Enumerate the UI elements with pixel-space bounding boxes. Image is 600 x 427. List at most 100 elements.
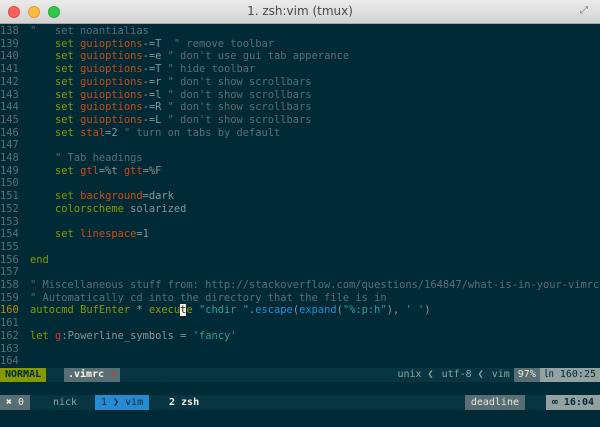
code-line[interactable]: 161: [0, 317, 30, 330]
tmux-deadline: deadline: [464, 395, 525, 410]
code-line[interactable]: 149 set gtl=%t gtt=%F: [0, 165, 161, 178]
line-number: 158: [0, 279, 19, 291]
code-token: stal: [80, 126, 106, 139]
code-token: "%:p:h": [342, 304, 387, 317]
code-line[interactable]: 150: [0, 177, 30, 190]
code-token: -=T: [142, 63, 168, 76]
code-line[interactable]: 156 end: [0, 254, 49, 267]
code-token: " remove toolbar: [173, 37, 275, 50]
line-number: 161: [0, 317, 19, 330]
code-line[interactable]: 155: [0, 241, 30, 254]
code-token: " Automatically cd into the directory th…: [30, 291, 387, 304]
code-line[interactable]: 139 set guioptions-=T " remove toolbar: [0, 38, 274, 51]
tmux-clock: ∞ 16:04: [545, 395, 600, 410]
cursor-position: ㏑ 160:25: [539, 368, 600, 382]
code-token: autocmd: [30, 304, 74, 317]
code-token: set: [55, 75, 74, 88]
code-token: guioptions: [80, 113, 143, 126]
code-token: " don't show scrollbars: [167, 75, 312, 88]
code-line[interactable]: 163: [0, 343, 30, 356]
code-token: gtt: [123, 164, 143, 177]
code-token: " Tab headings: [55, 152, 143, 164]
vim-editor[interactable]: 138 " set noantialias 139 set guioptions-=…: [0, 25, 600, 368]
line-number: 163: [0, 342, 19, 355]
code-line[interactable]: 162 let g:Powerline_symbols = 'fancy': [0, 330, 236, 343]
line-number: 152: [0, 202, 19, 215]
line-number: 155: [0, 240, 19, 253]
code-line[interactable]: 147: [0, 139, 30, 152]
code-line[interactable]: 158 " Miscellaneous stuff from: http://st…: [0, 279, 599, 292]
code-token: guioptions: [80, 37, 143, 50]
line-number: 154: [0, 228, 19, 241]
code-line[interactable]: 151 set background=dark: [0, 190, 174, 203]
line-number: 142: [0, 75, 19, 88]
tmux-window-vim[interactable]: 1 ❯ vim: [95, 395, 150, 410]
terminal-empty-area: [0, 410, 600, 427]
code-token: expand: [299, 304, 337, 317]
tmux-window-zsh[interactable]: 2 zsh: [161, 395, 207, 410]
fileformat: unix ❮: [397, 369, 434, 380]
line-number: 141: [0, 63, 19, 76]
code-line[interactable]: 138 " set noantialias: [0, 25, 149, 38]
code-line[interactable]: 159 " Automatically cd into the directory…: [0, 292, 387, 305]
code-token: =%F: [142, 164, 162, 177]
line-number: 148: [0, 152, 19, 164]
code-token: guioptions: [80, 75, 143, 88]
code-line[interactable]: 154 set linespace=1: [0, 228, 149, 241]
line-number: 138: [0, 25, 19, 37]
code-token: " don't show scrollbars: [167, 113, 312, 126]
code-line[interactable]: 144 set guioptions-=R " don't show scrol…: [0, 101, 312, 114]
code-line[interactable]: 157: [0, 266, 30, 279]
code-token: " turn on tabs by default: [123, 126, 281, 139]
code-line[interactable]: 160 autocmd BufEnter * execute "chdir ".e…: [0, 304, 431, 317]
code-line[interactable]: 141 set guioptions-=T " hide toolbar: [0, 63, 255, 76]
code-line[interactable]: 143 set guioptions-=l " don't show scrol…: [0, 89, 312, 102]
code-line[interactable]: 164: [0, 355, 30, 368]
code-token: execu: [148, 304, 181, 317]
line-number: 146: [0, 126, 19, 139]
code-token: -=e: [142, 50, 168, 63]
code-line[interactable]: 140 set guioptions-=e " don't use gui ta…: [0, 50, 349, 63]
window-title: 1. zsh:vim (tmux): [247, 4, 353, 18]
code-line[interactable]: 146 set stal=2 " turn on tabs by default: [0, 127, 280, 140]
code-token: guioptions: [80, 63, 143, 76]
line-number: 143: [0, 88, 19, 101]
code-line[interactable]: 145 set guioptions-=L " don't show scrol…: [0, 114, 312, 127]
command-line[interactable]: [0, 382, 600, 395]
code-token: " hide toolbar: [167, 63, 256, 76]
line-number: 149: [0, 164, 19, 177]
code-line[interactable]: 142 set guioptions-=r " don't show scrol…: [0, 76, 312, 89]
code-token: 'fancy': [192, 329, 237, 342]
code-token: *: [130, 304, 149, 317]
modified-flag: +: [104, 369, 117, 380]
tmux-session-status: ✖ 0: [0, 395, 31, 410]
fullscreen-icon[interactable]: ⤢: [580, 6, 590, 16]
code-token: =1: [136, 228, 149, 241]
line-number: 157: [0, 266, 19, 279]
code-token: -=L: [142, 113, 168, 126]
code-token: set: [55, 126, 74, 139]
code-token: -=l: [142, 88, 168, 101]
code-line[interactable]: 148 " Tab headings: [0, 152, 143, 165]
code-token: colorscheme: [55, 202, 124, 215]
code-token: set: [55, 164, 74, 177]
code-line[interactable]: 153: [0, 216, 30, 229]
line-number: 139: [0, 37, 19, 50]
filename: .vimrc +: [64, 368, 121, 382]
code-token: set: [55, 228, 74, 241]
mode-indicator: NORMAL: [0, 368, 47, 382]
code-token: background: [80, 190, 143, 203]
code-token: -=R: [142, 101, 168, 114]
code-token: -=T: [142, 37, 174, 50]
code-token: set: [55, 63, 74, 76]
code-line[interactable]: 152 colorscheme solarized: [0, 203, 186, 216]
code-token: set: [55, 190, 74, 203]
